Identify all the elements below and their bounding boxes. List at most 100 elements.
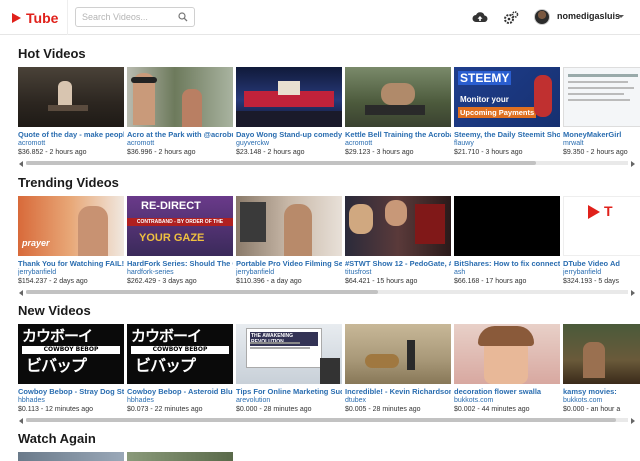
- video-title[interactable]: decoration flower swalla: [454, 387, 560, 396]
- video-card[interactable]: Quote of the day - make people acromott …: [18, 67, 124, 157]
- search-box[interactable]: [75, 7, 195, 27]
- video-thumbnail[interactable]: [127, 452, 233, 461]
- video-title[interactable]: Dayo Wong Stand-up comedy: [236, 130, 342, 139]
- video-thumbnail[interactable]: [345, 67, 451, 127]
- video-title[interactable]: Cowboy Bebop - Asteroid Blues: [127, 387, 233, 396]
- video-card[interactable]: カウボーイ COWBOY BEBOP ビバップ Cowboy Bebop - A…: [127, 324, 233, 414]
- video-card[interactable]: MoneyMakerGirl mrwalt $9.350 - 2 hours a…: [563, 67, 640, 157]
- section-title: Trending Videos: [18, 175, 119, 190]
- video-author[interactable]: acromott: [18, 139, 124, 148]
- video-card[interactable]: BitShares: How to fix connecti ash $66.1…: [454, 196, 560, 286]
- video-title[interactable]: HardFork Series: Should The O: [127, 259, 233, 268]
- video-thumbnail[interactable]: [454, 196, 560, 256]
- logo[interactable]: Tube: [12, 10, 58, 26]
- video-card[interactable]: RE-DIRECT CONTRABAND - BY ORDER OF THE Y…: [127, 196, 233, 286]
- video-thumbnail[interactable]: [236, 196, 342, 256]
- search-input[interactable]: [82, 10, 174, 24]
- video-title[interactable]: Tips For Online Marketing Succ: [236, 387, 342, 396]
- video-thumbnail[interactable]: [454, 324, 560, 384]
- video-thumbnail[interactable]: [345, 196, 451, 256]
- video-author[interactable]: titusfrost: [345, 268, 451, 277]
- video-card[interactable]: #STWT Show 12 - PedoGate, #1 titusfrost …: [345, 196, 451, 286]
- logo-text: Tube: [26, 10, 59, 26]
- video-title[interactable]: Acro at the Park with @acrobu: [127, 130, 233, 139]
- video-thumbnail[interactable]: STEEMY Monitor your Upcoming Payments: [454, 67, 560, 127]
- video-thumbnail[interactable]: カウボーイ COWBOY BEBOP ビバップ: [18, 324, 124, 384]
- video-card[interactable]: THE AWAKENING REVOLUTION Tips For Online…: [236, 324, 342, 414]
- video-author[interactable]: arevolution: [236, 396, 342, 405]
- video-title[interactable]: #STWT Show 12 - PedoGate, #1: [345, 259, 451, 268]
- video-title[interactable]: kamsy movies:: [563, 387, 640, 396]
- video-card[interactable]: Dayo Wong Stand-up comedy guyverckw $23.…: [236, 67, 342, 157]
- video-row: カウボーイ COWBOY BEBOP ビバップ Cowboy Bebop - S…: [18, 324, 640, 422]
- video-card[interactable]: Acro at the Park with @acrobu acromott $…: [127, 67, 233, 157]
- video-author[interactable]: flauwy: [454, 139, 560, 148]
- video-card[interactable]: decoration flower swalla bukkots.com $0.…: [454, 324, 560, 414]
- video-title[interactable]: Cowboy Bebop - Stray Dog Strut: [18, 387, 124, 396]
- thumbnail-text: Monitor your: [460, 95, 509, 104]
- video-thumbnail[interactable]: [236, 67, 342, 127]
- video-title[interactable]: MoneyMakerGirl: [563, 130, 640, 139]
- video-card[interactable]: Incredible! - Kevin Richardson dtubex $0…: [345, 324, 451, 414]
- video-meta: $36.852 - 2 hours ago: [18, 149, 87, 156]
- video-author[interactable]: acromott: [127, 139, 233, 148]
- video-thumbnail[interactable]: prayer: [18, 196, 124, 256]
- video-title[interactable]: Portable Pro Video Filming Set: [236, 259, 342, 268]
- thumbnail-text: カウボーイ: [22, 327, 93, 345]
- video-card[interactable]: STEEMY Monitor your Upcoming Payments St…: [454, 67, 560, 157]
- video-card[interactable]: Kettle Bell Training the Acrobat acromot…: [345, 67, 451, 157]
- video-meta: $9.350 - 2 hours ago: [563, 149, 628, 156]
- video-author[interactable]: jerrybanfield: [236, 268, 342, 277]
- video-thumbnail[interactable]: [345, 324, 451, 384]
- video-author[interactable]: jerrybanfield: [563, 268, 640, 277]
- video-author[interactable]: hardfork-series: [127, 268, 233, 277]
- play-logo-icon: [12, 13, 21, 23]
- video-thumbnail[interactable]: RE-DIRECT CONTRABAND - BY ORDER OF THE Y…: [127, 196, 233, 256]
- video-thumbnail[interactable]: T: [563, 196, 640, 256]
- video-title[interactable]: Kettle Bell Training the Acrobat: [345, 130, 451, 139]
- video-author[interactable]: jerrybanfield: [18, 268, 124, 277]
- avatar[interactable]: [534, 9, 550, 25]
- video-title[interactable]: Quote of the day - make people: [18, 130, 124, 139]
- video-card[interactable]: prayer Thank You for Watching FAIL! jerr…: [18, 196, 124, 286]
- video-author[interactable]: ash: [454, 268, 560, 277]
- video-thumbnail[interactable]: [563, 67, 640, 127]
- video-author[interactable]: hbhades: [127, 396, 233, 405]
- video-thumbnail[interactable]: カウボーイ COWBOY BEBOP ビバップ: [127, 324, 233, 384]
- video-title[interactable]: Steemy, the Daily Steemit Show: [454, 130, 560, 139]
- video-thumbnail[interactable]: THE AWAKENING REVOLUTION: [236, 324, 342, 384]
- video-thumbnail[interactable]: [127, 67, 233, 127]
- video-title[interactable]: Incredible! - Kevin Richardson: [345, 387, 451, 396]
- thumbnail-text: COWBOY BEBOP: [22, 346, 120, 354]
- video-author[interactable]: acromott: [345, 139, 451, 148]
- video-author[interactable]: bukkots.com: [563, 396, 640, 405]
- divider: [67, 0, 68, 35]
- video-card[interactable]: kamsy movies: bukkots.com $0.000 - an ho…: [563, 324, 640, 414]
- video-author[interactable]: mrwalt: [563, 139, 640, 148]
- video-title[interactable]: DTube Video Ad: [563, 259, 640, 268]
- video-title[interactable]: BitShares: How to fix connecti: [454, 259, 560, 268]
- video-meta: $0.000 - an hour a: [563, 406, 621, 413]
- settings-icon[interactable]: [503, 10, 519, 26]
- video-card[interactable]: カウボーイ COWBOY BEBOP ビバップ Cowboy Bebop - S…: [18, 324, 124, 414]
- username[interactable]: nomedigasluis: [557, 11, 620, 21]
- video-card[interactable]: T DTube Video Ad jerrybanfield $324.193 …: [563, 196, 640, 286]
- video-card[interactable]: Portable Pro Video Filming Set jerrybanf…: [236, 196, 342, 286]
- video-thumbnail[interactable]: [18, 67, 124, 127]
- upload-icon[interactable]: [472, 10, 488, 26]
- chevron-down-icon[interactable]: [618, 15, 624, 18]
- video-title[interactable]: Thank You for Watching FAIL!: [18, 259, 124, 268]
- thumbnail-text: YOUR GAZE: [139, 232, 205, 244]
- video-author[interactable]: guyverckw: [236, 139, 342, 148]
- video-author[interactable]: dtubex: [345, 396, 451, 405]
- video-meta: $324.193 - 5 days: [563, 278, 620, 285]
- video-meta: $66.168 - 17 hours ago: [454, 278, 527, 285]
- section-trending-videos: Trending Videos prayer Thank You for Wat…: [0, 164, 640, 296]
- search-icon[interactable]: [178, 12, 188, 22]
- video-meta: $29.123 - 3 hours ago: [345, 149, 414, 156]
- video-thumbnail[interactable]: [563, 324, 640, 384]
- video-author[interactable]: bukkots.com: [454, 396, 560, 405]
- video-thumbnail[interactable]: [18, 452, 124, 461]
- video-meta: $21.710 - 3 hours ago: [454, 149, 523, 156]
- video-author[interactable]: hbhades: [18, 396, 124, 405]
